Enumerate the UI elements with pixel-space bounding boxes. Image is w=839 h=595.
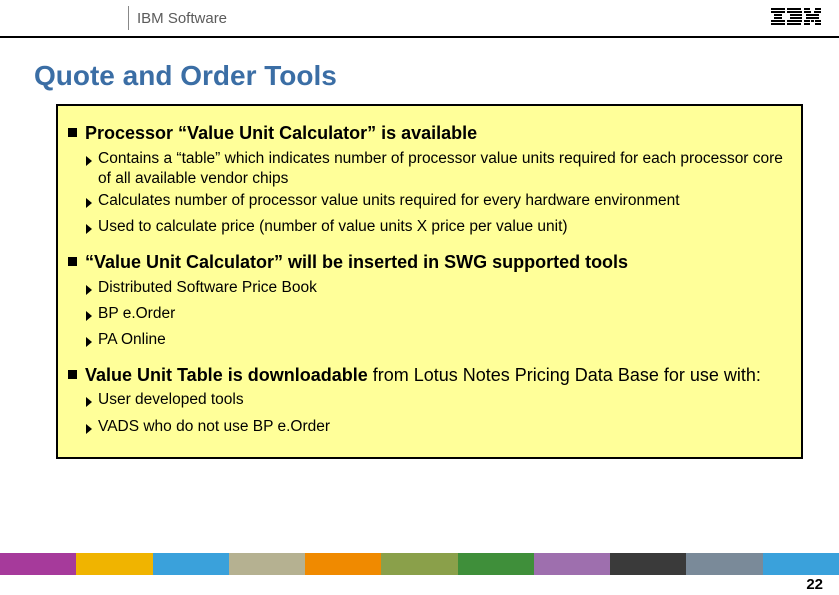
bullet-text: Value Unit Table is downloadable from Lo…	[85, 364, 789, 387]
bullet-text: Processor “Value Unit Calculator” is ava…	[85, 122, 789, 145]
sub-bullet-text: Distributed Software Price Book	[98, 278, 789, 302]
sub-bullet-item: User developed tools	[85, 390, 789, 414]
sub-bullet-item: BP e.Order	[85, 304, 789, 328]
sub-bullet-text: Contains a “table” which indicates numbe…	[98, 149, 789, 189]
square-bullet-icon	[68, 370, 77, 379]
ibm-logo-icon	[771, 0, 839, 36]
bullet-text: “Value Unit Calculator” will be inserted…	[85, 251, 789, 274]
footer-segment	[229, 553, 305, 575]
square-bullet-icon	[68, 257, 77, 266]
sub-bullet-item: Distributed Software Price Book	[85, 278, 789, 302]
sub-bullet-text: Calculates number of processor value uni…	[98, 191, 789, 215]
sub-bullet-item: Calculates number of processor value uni…	[85, 191, 789, 215]
bullet-body: Processor “Value Unit Calculator” is ava…	[85, 122, 789, 241]
footer-segment	[76, 553, 152, 575]
sub-list: Contains a “table” which indicates numbe…	[85, 149, 789, 242]
arrow-icon	[85, 153, 95, 189]
footer-segment	[610, 553, 686, 575]
header-bar: IBM Software	[0, 0, 839, 38]
bullet-body: Value Unit Table is downloadable from Lo…	[85, 364, 789, 441]
footer-segment	[305, 553, 381, 575]
sub-bullet-item: VADS who do not use BP e.Order	[85, 417, 789, 441]
sub-bullet-item: Contains a “table” which indicates numbe…	[85, 149, 789, 189]
footer-color-strip	[0, 553, 839, 575]
content-box: Processor “Value Unit Calculator” is ava…	[56, 104, 803, 459]
footer-segment	[0, 553, 76, 575]
sub-list: User developed tools VADS who do not use …	[85, 390, 789, 440]
sub-bullet-item: PA Online	[85, 330, 789, 354]
sub-bullet-text: BP e.Order	[98, 304, 789, 328]
arrow-icon	[85, 334, 95, 354]
footer-segment	[763, 553, 839, 575]
arrow-icon	[85, 308, 95, 328]
arrow-icon	[85, 421, 95, 441]
slide-title: Quote and Order Tools	[34, 60, 839, 92]
sub-bullet-text: VADS who do not use BP e.Order	[98, 417, 789, 441]
footer-segment	[534, 553, 610, 575]
arrow-icon	[85, 282, 95, 302]
footer-segment	[458, 553, 534, 575]
square-bullet-icon	[68, 128, 77, 137]
arrow-icon	[85, 221, 95, 241]
sub-bullet-text: PA Online	[98, 330, 789, 354]
sub-bullet-item: Used to calculate price (number of value…	[85, 217, 789, 241]
footer-segment	[153, 553, 229, 575]
bullet-item: Value Unit Table is downloadable from Lo…	[68, 364, 789, 441]
footer-segment	[381, 553, 457, 575]
bullet-item: “Value Unit Calculator” will be inserted…	[68, 251, 789, 354]
header-left-pad	[0, 0, 128, 36]
sub-bullet-text: Used to calculate price (number of value…	[98, 217, 789, 241]
sub-list: Distributed Software Price BookBP e.Orde…	[85, 278, 789, 354]
footer-segment	[686, 553, 762, 575]
bullet-body: “Value Unit Calculator” will be inserted…	[85, 251, 789, 354]
arrow-icon	[85, 394, 95, 414]
sub-bullet-text: User developed tools	[98, 390, 789, 414]
arrow-icon	[85, 195, 95, 215]
bullet-item: Processor “Value Unit Calculator” is ava…	[68, 122, 789, 241]
page-number: 22	[806, 576, 823, 593]
header-brand-title: IBM Software	[129, 0, 771, 36]
